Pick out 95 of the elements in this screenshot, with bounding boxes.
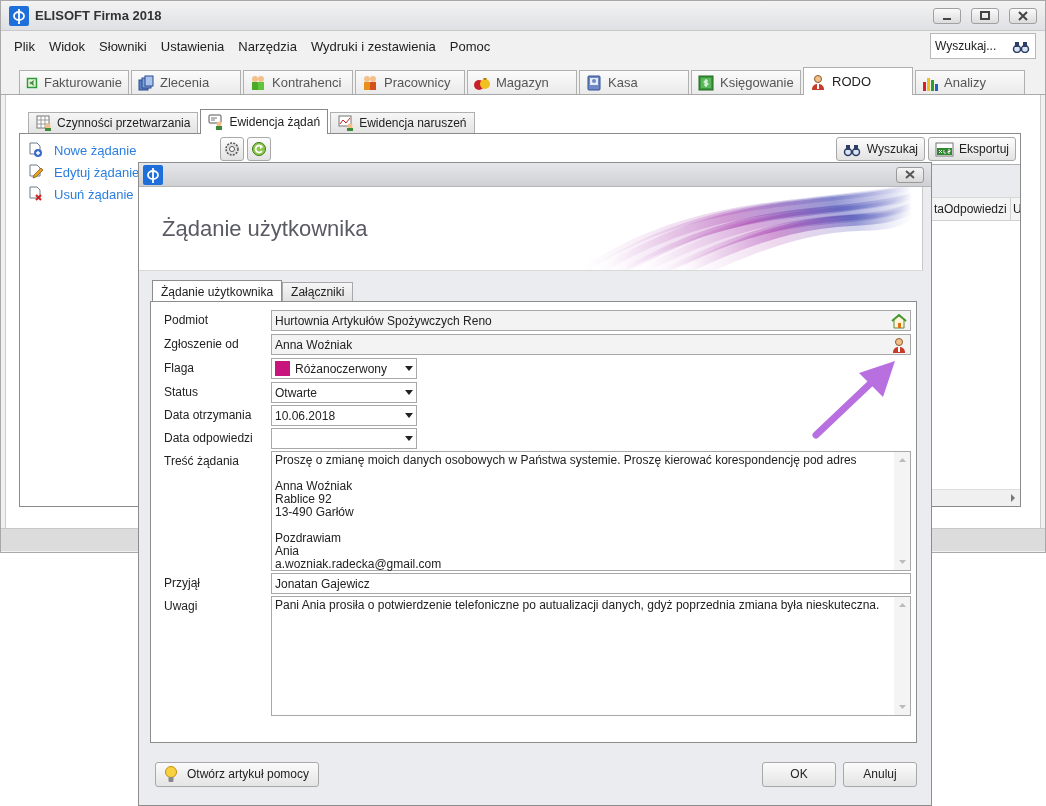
dialog-button[interactable]: OK: [762, 761, 836, 787]
person-icon[interactable]: [891, 336, 907, 353]
dropdown-field[interactable]: 10.06.2018: [271, 405, 417, 426]
caret-icon: [405, 390, 413, 395]
toolbar-button[interactable]: Wyszukaj: [835, 137, 925, 161]
grid-person-icon: [36, 115, 52, 131]
gear-icon: [224, 141, 240, 157]
menu-item[interactable]: Ustawienia: [153, 35, 232, 57]
caret-icon: [405, 413, 413, 418]
sub-tab[interactable]: Ewidencja żądań: [200, 109, 329, 134]
toolbar-button[interactable]: Eksportuj: [927, 137, 1016, 161]
lookup-field[interactable]: Hurtownia Artykułów Spożywczych Reno: [271, 310, 911, 331]
help-button[interactable]: Otwórz artykuł pomocy: [155, 761, 319, 787]
text-area[interactable]: Proszę o zmianę moich danych osobowych w Państwa systemie. Proszę kierować korespondencję pod adres Anna Woźniak Rablice 92 13-490 Garłów Pozdrawiam Ania a.wozniak.radecka@gmail.com: [271, 451, 911, 571]
action-link[interactable]: Nowe żądanie: [54, 142, 137, 158]
field-label: Zgłoszenie od: [164, 336, 240, 351]
spreadsheet-icon: [934, 141, 954, 157]
register-icon: [586, 74, 602, 91]
dialog-tab[interactable]: Załączniki: [282, 282, 354, 301]
field-label: Data odpowiedzi: [164, 430, 254, 445]
close-button[interactable]: [896, 166, 924, 183]
dropdown-field[interactable]: [271, 428, 417, 449]
chart-person-icon: [338, 115, 355, 131]
menu-item[interactable]: Widok: [41, 35, 93, 57]
binoculars-icon: [1012, 39, 1030, 53]
dropdown-field[interactable]: Otwarte: [271, 382, 417, 403]
dropdown-field[interactable]: Różanoczerwony: [271, 358, 417, 379]
caret-icon: [405, 436, 413, 441]
module-tab[interactable]: Księgowanie: [691, 70, 801, 94]
document-delete-icon: [28, 186, 44, 202]
action-link[interactable]: Edytuj żądanie: [54, 164, 140, 180]
logo-icon: [143, 164, 163, 185]
scroll-down-icon: [898, 705, 906, 709]
window-title: ELISOFT Firma 2018: [35, 8, 163, 23]
scroll-right-icon: [1010, 494, 1016, 502]
module-tab[interactable]: Kasa: [579, 70, 689, 94]
module-tab[interactable]: Pracownicy: [355, 70, 465, 94]
menu-item[interactable]: Plik: [7, 35, 42, 57]
module-tab[interactable]: Kontrahenci: [243, 70, 353, 94]
caret-icon: [405, 366, 413, 371]
dialog-title: Żądanie użytkownika: [162, 215, 368, 242]
menu-item[interactable]: Pomoc: [442, 35, 498, 57]
refresh-icon: [251, 141, 267, 157]
module-tab[interactable]: Magazyn: [467, 70, 577, 94]
dialog-button[interactable]: Anuluj: [843, 761, 917, 787]
sub-tab[interactable]: Ewidencja naruszeń: [330, 112, 475, 133]
close-icon: [1017, 10, 1029, 21]
person-icon: [810, 73, 826, 90]
document-edit-icon: [28, 164, 44, 180]
column-header[interactable]: taOdpowiedzi: [932, 198, 1011, 220]
menu-item[interactable]: Wydruki i zestawienia: [303, 35, 443, 57]
field-label: Flaga: [164, 360, 196, 375]
sub-tab[interactable]: Czynności przetwarzania: [28, 112, 199, 133]
maximize-icon: [979, 10, 991, 21]
module-tab[interactable]: RODO: [803, 67, 913, 95]
search-field[interactable]: Wyszukaj...: [930, 33, 1036, 59]
light-bulb-icon: [164, 765, 177, 783]
card-person-icon: [208, 114, 225, 130]
documents-icon: [138, 74, 154, 91]
field-label: Przyjął: [164, 575, 201, 590]
scroll-up-icon: [898, 603, 906, 607]
scroll-up-icon: [898, 458, 906, 462]
settings-button[interactable]: [220, 137, 244, 161]
field-label: Treść żądania: [164, 453, 240, 468]
module-tab[interactable]: Analizy: [915, 70, 1025, 94]
column-header[interactable]: U: [1011, 198, 1020, 220]
scroll-down-icon: [898, 560, 906, 564]
dialog-tab[interactable]: Żądanie użytkownika: [152, 280, 283, 302]
people-icon: [250, 74, 266, 91]
menu-item[interactable]: Narzędzia: [231, 35, 304, 57]
menu-item[interactable]: Słowniki: [92, 35, 154, 57]
text-field[interactable]: Jonatan Gajewicz: [271, 573, 911, 594]
field-label: Uwagi: [164, 598, 199, 613]
maximize-button[interactable]: [971, 7, 999, 24]
horizontal-scrollbar[interactable]: [932, 489, 1020, 506]
lookup-field[interactable]: Anna Woźniak: [271, 334, 911, 355]
close-button[interactable]: [1009, 7, 1037, 24]
minimize-icon: [943, 17, 951, 20]
refresh-button[interactable]: [247, 137, 271, 161]
field-label: Data otrzymania: [164, 407, 253, 422]
field-label: Podmiot: [164, 312, 210, 327]
document-add-icon: [28, 142, 44, 158]
house-icon[interactable]: [891, 312, 907, 329]
module-tab[interactable]: Fakturowanie: [19, 70, 129, 94]
text-area[interactable]: Pani Ania prosiła o potwierdzenie telefoniczne po autualizacji danych, gdyż poprzednia zmiana była nieskuteczna.: [271, 596, 911, 716]
module-tab[interactable]: Zlecenia: [131, 70, 241, 94]
minimize-button[interactable]: [933, 7, 961, 24]
ledger-icon: [698, 74, 714, 91]
field-label: Status: [164, 384, 200, 399]
vertical-scrollbar[interactable]: [894, 452, 910, 570]
vertical-scrollbar[interactable]: [894, 597, 910, 715]
action-link[interactable]: Usuń żądanie: [54, 186, 134, 202]
people-icon: [362, 74, 378, 91]
logo-icon: [9, 5, 29, 26]
close-icon: [905, 170, 915, 179]
